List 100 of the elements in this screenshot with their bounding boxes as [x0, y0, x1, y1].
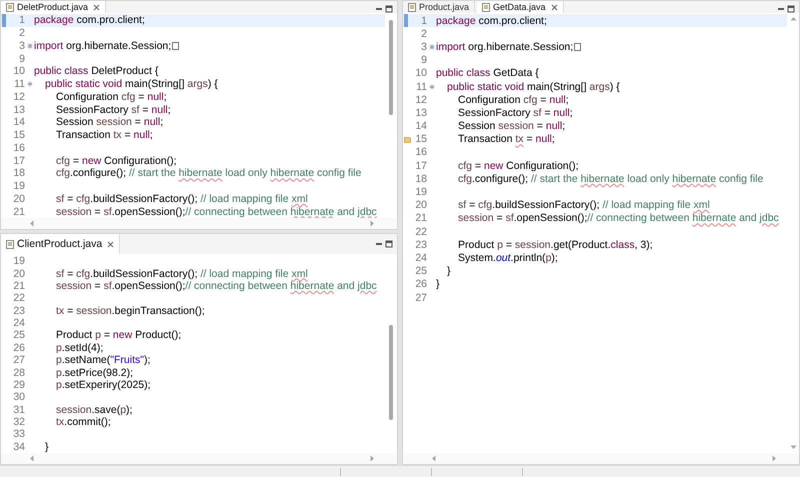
folded-code-icon[interactable]: [172, 42, 180, 50]
folded-code-icon[interactable]: [574, 42, 582, 51]
line-number: 25: [414, 265, 427, 278]
line-number: 20: [12, 192, 25, 205]
maximize-icon[interactable]: [385, 240, 393, 248]
editor-tab[interactable]: DeletProduct.java: [1, 1, 106, 13]
line-number: 15: [12, 129, 25, 142]
scrollbar-thumb[interactable]: [389, 325, 393, 420]
line-number: 20: [414, 199, 427, 212]
scroll-right-icon[interactable]: [370, 455, 375, 462]
scroll-right-icon[interactable]: [370, 220, 375, 227]
line-number: 20: [12, 268, 25, 280]
minimize-icon[interactable]: [375, 5, 383, 13]
line-number: 26: [12, 342, 25, 354]
line-number: 19: [12, 180, 25, 192]
code-line: Transaction tx = null;: [457, 133, 555, 146]
collapse-icon[interactable]: [26, 81, 32, 88]
code-line: tx = session.beginTransaction();: [55, 304, 205, 317]
code-line: SessionFactory sf = null;: [55, 104, 171, 116]
editor-tab[interactable]: GetData.java: [477, 1, 564, 13]
line-number: 10: [12, 65, 25, 78]
line-number: 19: [414, 186, 427, 198]
line-number: 16: [12, 142, 25, 154]
code-line: package com.pro.client;: [436, 14, 547, 27]
line-number: 19: [12, 255, 25, 268]
line-number: 16: [414, 146, 427, 158]
code-line: p.setName("Fruits");: [55, 354, 150, 366]
scroll-left-icon[interactable]: [29, 220, 34, 227]
code-line: session = sf.openSession();// connecting between hibernate and jdbc: [457, 212, 779, 224]
code-line: Session session = null;: [457, 120, 566, 132]
collapse-icon[interactable]: [428, 84, 434, 90]
line-number: 23: [12, 304, 25, 317]
code-line: Configuration cfg = null;: [55, 90, 167, 103]
line-number: 1: [18, 14, 25, 26]
code-line: cfg = new Configuration();: [457, 160, 579, 172]
line-number: 9: [420, 54, 427, 66]
close-icon[interactable]: [93, 4, 100, 10]
line-number: 32: [12, 416, 25, 428]
code-line: Transaction tx = null;: [55, 129, 153, 142]
code-line: System.out.println(p);: [457, 252, 558, 264]
maximize-icon[interactable]: [787, 5, 795, 13]
expand-icon[interactable]: [26, 42, 32, 49]
java-file-icon: [6, 240, 14, 248]
scroll-right-icon[interactable]: [772, 455, 777, 462]
line-number: 9: [18, 52, 25, 65]
editor-tab[interactable]: Product.java: [403, 1, 476, 13]
code-line: session = sf.openSession();// connecting between hibernate and jdbc: [55, 206, 377, 218]
line-number: 21: [414, 212, 427, 224]
line-number: 28: [12, 366, 25, 379]
line-number: 17: [12, 154, 25, 167]
code-line: session = sf.openSession();// connecting between hibernate and jdbc: [55, 280, 377, 292]
scroll-left-icon[interactable]: [431, 455, 436, 462]
code-line: Session session = null;: [55, 116, 164, 128]
maximize-icon[interactable]: [385, 5, 393, 13]
line-number: 21: [12, 280, 25, 292]
code-line: sf = cfg.buildSessionFactory(); // load mapping file xml: [457, 199, 710, 212]
code-line: sf = cfg.buildSessionFactory(); // load mapping file xml: [55, 268, 308, 280]
scroll-left-icon[interactable]: [29, 455, 34, 462]
line-number: 18: [12, 167, 25, 180]
line-number: 31: [12, 404, 25, 416]
minimize-icon[interactable]: [777, 5, 785, 13]
scrollbar-thumb[interactable]: [389, 20, 393, 115]
line-number: 13: [12, 104, 25, 116]
scroll-down-icon[interactable]: [790, 445, 796, 450]
code-line: Product p = session.get(Product.class, 3);: [457, 238, 653, 251]
line-number: 22: [12, 292, 25, 304]
scroll-up-icon[interactable]: [790, 16, 796, 21]
code-line: public static void main(String[] args) {: [446, 80, 620, 93]
line-number: 30: [12, 391, 25, 404]
code-line: tx.commit();: [55, 416, 111, 428]
line-number: 18: [414, 172, 427, 185]
close-icon[interactable]: [107, 240, 114, 248]
line-number: 3: [18, 40, 25, 52]
line-number: 14: [12, 116, 25, 128]
editor-tab[interactable]: ClientProduct.java: [1, 234, 120, 254]
line-number: 2: [18, 27, 25, 40]
line-number: 24: [12, 317, 25, 330]
code-line: public static void main(String[] args) {: [44, 78, 218, 90]
line-number: 22: [414, 226, 427, 238]
code-line: session.save(p);: [55, 404, 132, 416]
code-line: p.setExperiry(2025);: [55, 378, 151, 391]
line-number: 29: [12, 378, 25, 391]
line-number: 12: [12, 90, 25, 103]
minimize-icon[interactable]: [375, 240, 383, 248]
code-line: }: [446, 265, 451, 278]
code-line: cfg.configure(); // start the hibernate load only hibernate config file: [55, 167, 362, 180]
line-number: 1: [420, 14, 427, 27]
line-number: 14: [414, 120, 427, 132]
line-number: 11: [415, 80, 427, 93]
line-number: 21: [12, 206, 25, 218]
code-line: cfg = new Configuration();: [55, 154, 177, 167]
line-number: 13: [414, 106, 427, 119]
line-number: 2: [420, 28, 427, 40]
close-icon[interactable]: [550, 4, 558, 10]
expand-icon[interactable]: [428, 44, 434, 50]
code-line: sf = cfg.buildSessionFactory(); // load mapping file xml: [55, 192, 308, 205]
line-number: 11: [13, 78, 25, 90]
line-number: 26: [414, 278, 427, 290]
code-line: import org.hibernate.Session;: [436, 40, 574, 53]
code-line: cfg.configure(); // start the hibernate load only hibernate config file: [457, 172, 764, 185]
